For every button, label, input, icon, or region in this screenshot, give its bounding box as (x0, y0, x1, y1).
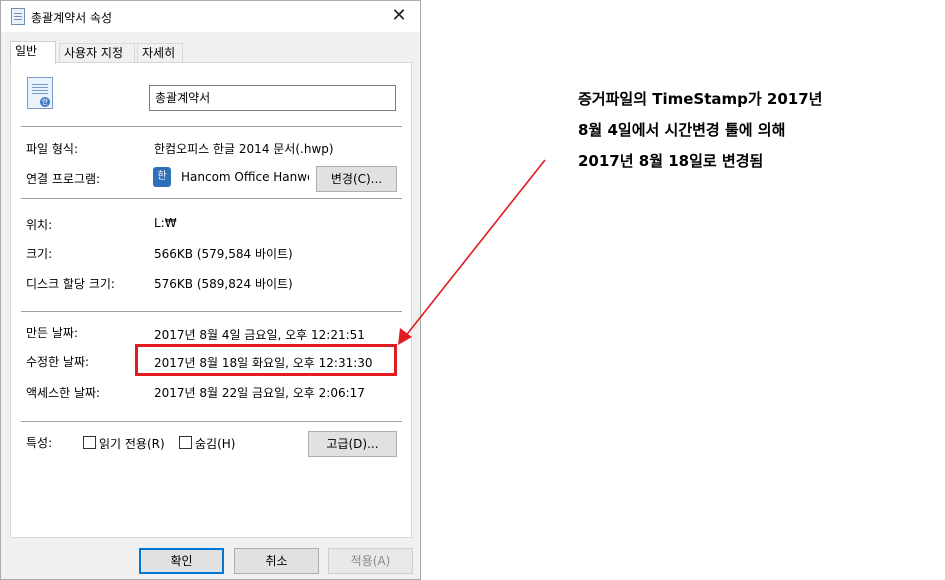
tab-custom[interactable]: 사용자 지정 (59, 43, 135, 63)
location-label: 위치: (26, 218, 53, 232)
created-label: 만든 날짜: (26, 326, 79, 340)
attributes-label: 특성: (26, 436, 53, 450)
document-icon (11, 8, 25, 25)
annotation-line: 8월 4일에서 시간변경 툴에 의해 (578, 121, 786, 139)
modified-label: 수정한 날짜: (26, 355, 90, 369)
annotation-text: 증거파일의 TimeStamp가 2017년 8월 4일에서 시간변경 툴에 의… (578, 84, 918, 177)
annotation-line: 2017년 8월 18일로 변경됨 (578, 152, 764, 170)
size-on-disk-value: 576KB (589,824 바이트) (154, 277, 293, 291)
title-bar[interactable]: 총괄계약서 속성 ✕ (1, 1, 420, 32)
apply-button[interactable]: 적용(A) (328, 548, 413, 574)
file-type-label: 파일 형식: (26, 142, 79, 156)
accessed-value: 2017년 8월 22일 금요일, 오후 2:06:17 (154, 386, 365, 400)
separator (21, 421, 402, 422)
separator (21, 311, 402, 312)
location-value: L:₩ (154, 216, 177, 230)
read-only-label[interactable]: 읽기 전용(R) (99, 435, 165, 452)
cancel-button[interactable]: 취소 (234, 548, 319, 574)
size-value: 566KB (579,584 바이트) (154, 247, 293, 261)
window-title: 총괄계약서 속성 (31, 11, 113, 25)
size-label: 크기: (26, 247, 53, 261)
created-value: 2017년 8월 4일 금요일, 오후 12:21:51 (154, 328, 365, 342)
close-button[interactable]: ✕ (386, 4, 412, 28)
general-panel: 한 총괄계약서 파일 형식: 한컴오피스 한글 2014 문서(.hwp) 연결… (10, 62, 412, 538)
hanword-app-icon: 한 (153, 167, 171, 187)
accessed-label: 액세스한 날짜: (26, 386, 101, 400)
read-only-checkbox[interactable] (83, 436, 96, 449)
ok-button[interactable]: 확인 (139, 548, 224, 574)
hidden-checkbox[interactable] (179, 436, 192, 449)
file-type-value: 한컴오피스 한글 2014 문서(.hwp) (154, 142, 334, 156)
advanced-button[interactable]: 고급(D)... (308, 431, 397, 457)
tab-general[interactable]: 일반 (10, 41, 56, 64)
opens-with-label: 연결 프로그램: (26, 172, 101, 186)
change-button[interactable]: 변경(C)... (316, 166, 397, 192)
size-on-disk-label: 디스크 할당 크기: (26, 277, 115, 291)
opens-with-app-name: Hancom Office Hanword 2014 (181, 170, 309, 184)
separator (21, 126, 402, 127)
file-name-input[interactable]: 총괄계약서 (149, 85, 396, 111)
separator (21, 198, 402, 199)
hidden-label[interactable]: 숨김(H) (195, 435, 235, 452)
hwp-file-icon: 한 (27, 77, 53, 109)
tab-details[interactable]: 자세히 (137, 43, 183, 63)
modified-date-highlight-box (135, 344, 397, 376)
annotation-line: 증거파일의 TimeStamp가 2017년 (578, 90, 823, 108)
properties-dialog: 총괄계약서 속성 ✕ 일반 사용자 지정 자세히 한 총괄계약서 파일 형식: … (0, 0, 421, 580)
